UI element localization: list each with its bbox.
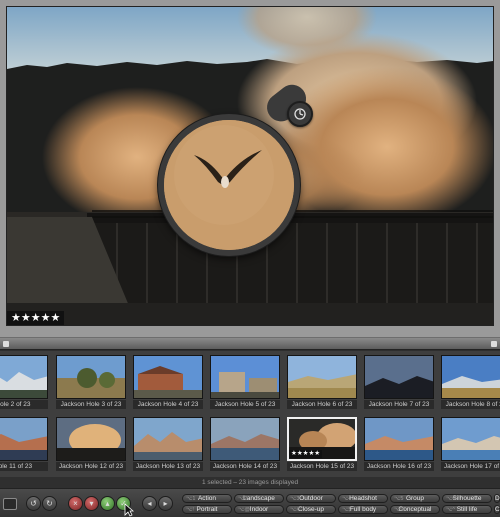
thumbnail-caption: Jackson Hole 8 of 23 [441,400,500,409]
keyword-shortcut: ⌥# [290,507,300,513]
keyword-label: Indoor [249,506,269,513]
keyword-label: D [495,495,500,502]
thumbnail-image [441,417,500,461]
thumbnail-image [56,355,126,399]
previous-image-icon[interactable]: ◂ [142,496,157,511]
thumbnail-image [441,355,500,399]
splitter-right-handle[interactable] [491,341,497,347]
thumbnail-caption: Hole 11 of 23 [0,462,48,471]
viewer-pane: ★★★★★ [0,0,500,338]
thumbnail-caption: Jackson Hole 6 of 23 [287,400,357,409]
keyword-shortcut: ⌥5 [394,496,404,502]
thumbnail-caption: Jackson Hole 14 of 23 [210,462,280,471]
keyword-shortcut: ⌥! [186,507,194,513]
thumbnail-caption: Jackson Hole 17 of 23 [441,462,500,471]
thumbnail-image [210,417,280,461]
keyword-label: Outdoor [299,495,323,502]
keyword-button-more-2[interactable]: C [494,505,500,514]
keyword-label: Full body [349,506,377,513]
thumbnail-caption: Jackson Hole 12 of 23 [56,462,126,471]
keyword-button-landscape[interactable]: ⌥2 Landscape [234,494,284,503]
thumbnail-caption: Jackson Hole 13 of 23 [133,462,203,471]
thumbnail-image [287,355,357,399]
keyword-button-still-life[interactable]: ⌥^ Still life [442,505,492,514]
thumbnail-image [0,417,48,461]
rotate-left-icon[interactable]: ↺ [26,496,41,511]
keyword-button-outdoor[interactable]: ⌥3 Outdoor [286,494,336,503]
reject-icon[interactable]: × [68,496,83,511]
keyword-shortcut: ⌥$ [342,507,352,513]
keyword-label: Silhouette [452,495,482,502]
thumbnail-caption: Jackson Hole 16 of 23 [364,462,434,471]
keyword-shortcut: ⌥^ [446,507,455,513]
loupe-zoom-dial[interactable] [287,101,313,127]
keyword-button-conceptual[interactable]: ⌥% Conceptual [390,505,440,514]
thumbnail-image [364,417,434,461]
thumbnail-image [56,417,126,461]
keyword-label: Group [405,495,425,502]
thumbnail-caption: Jackson Hole 5 of 23 [210,400,280,409]
keyword-button-action[interactable]: ⌥1 Action [182,494,232,503]
keyword-button-full-body[interactable]: ⌥$ Full body [338,505,388,514]
thumbnail-caption: Jackson Hole 7 of 23 [364,400,434,409]
keyword-shortcut: ⌥6 [446,496,456,502]
pane-splitter[interactable] [0,338,500,350]
image-rating-stars: ★★★★★ [7,311,65,325]
thumbnail-image [364,355,434,399]
thumbnail-caption: Jackson Hole 4 of 23 [133,400,203,409]
browser-status-text: 1 selected – 23 images displayed [0,477,500,488]
keyword-shortcut: ⌥% [394,507,406,513]
keyword-label: Portrait [196,506,218,513]
keyword-shortcut: ⌥3 [290,496,300,502]
keyword-button-silhouette[interactable]: ⌥6 Silhouette [442,494,492,503]
thumbnail-image [133,417,203,461]
thumbnail-rating: ★★★★★ [289,450,323,458]
keyword-button-indoor[interactable]: ⌥@ Indoor [234,505,284,514]
keyword-button-close-up[interactable]: ⌥# Close-up [286,505,336,514]
mouse-cursor-icon [124,503,134,517]
loupe-tool[interactable] [158,114,300,256]
thumbnail-caption: Hole 2 of 23 [0,400,48,409]
decrease-rating-icon[interactable]: ▾ [84,496,99,511]
browser-mode-icon[interactable] [3,498,17,510]
keyword-label: Landscape [243,495,275,502]
next-image-icon[interactable]: ▸ [158,496,173,511]
keyword-label: Still life [456,506,478,513]
keyword-button-more[interactable]: D [494,494,500,503]
increase-rating-icon[interactable]: ▴ [100,496,115,511]
keyword-label: Close-up [297,506,324,513]
keyword-shortcut: ⌥4 [342,496,352,502]
keyword-button-headshot[interactable]: ⌥4 Headshot [338,494,388,503]
keyword-shortcut: ⌥@ [238,507,250,513]
image-browser: Hole 2 of 23 Jackson Hole 3 of 23 Jackso… [0,351,500,477]
keyword-shortcut: ⌥1 [186,496,196,502]
thumbnail-image [133,355,203,399]
thumbnail-image [0,355,48,399]
keyword-shortcut: ⌥2 [238,496,248,502]
bottom-toolbar: ↺ ↻ × ▾ ▴ ✓ ◂ ▸ ⌥1 Action ⌥2 Landscape ⌥3 O… [0,488,500,517]
keyword-label: Action [197,495,217,502]
keyword-button-group[interactable]: ⌥5 Group [390,494,440,503]
thumbnail-image [210,355,280,399]
aperture-window: ★★★★★ ole 2 of 23 Jackson Hole 3 of 23 J… [0,0,500,517]
splitter-left-handle[interactable] [3,341,9,347]
thumbnail-caption: Jackson Hole 15 of 23 [287,462,357,471]
keyword-button-portrait[interactable]: ⌥! Portrait [182,505,232,514]
loupe-lens [164,120,294,250]
rotate-right-icon[interactable]: ↻ [42,496,57,511]
thumbnail-caption: Jackson Hole 3 of 23 [56,400,126,409]
keyword-label: C [495,506,500,513]
keyword-label: Headshot [349,495,377,502]
